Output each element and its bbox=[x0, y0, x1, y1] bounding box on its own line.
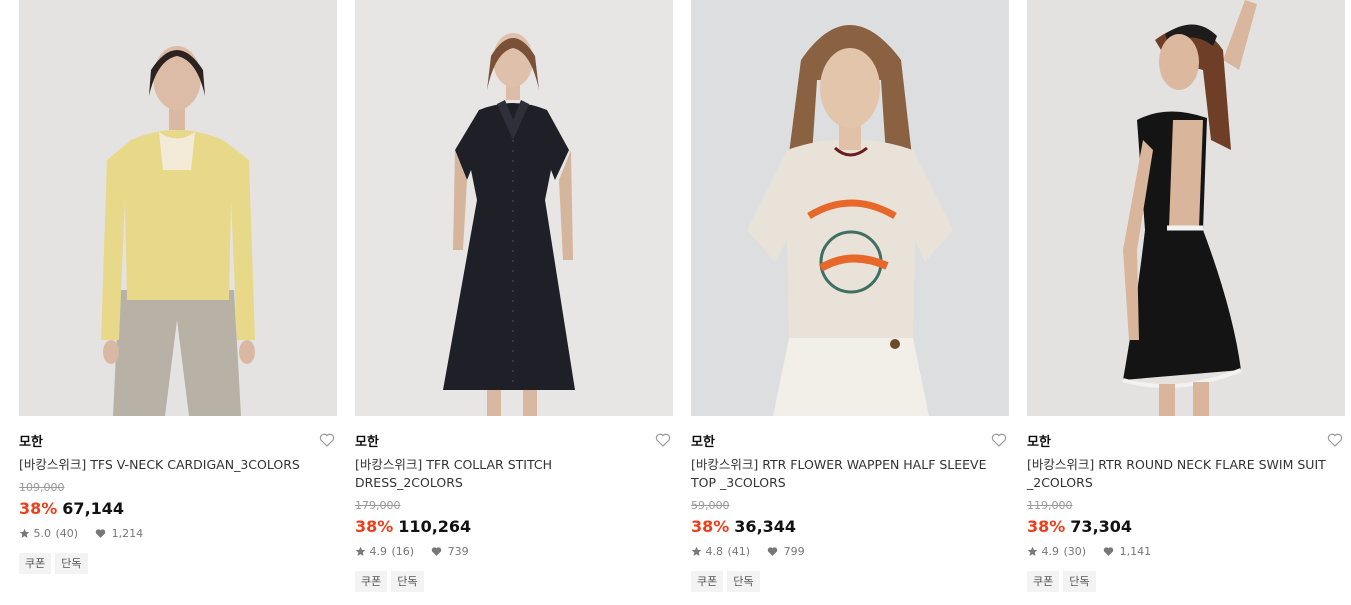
discount-rate: 38% bbox=[691, 517, 730, 536]
sale-price: 73,304 bbox=[1070, 517, 1133, 536]
product-card[interactable]: 모한 [바캉스위크] TFS V-NECK CARDIGAN_3COLORS 1… bbox=[19, 0, 337, 605]
brand-name[interactable]: 모한 bbox=[355, 431, 379, 450]
like-count: 799 bbox=[783, 545, 805, 558]
tag-list: 쿠폰 단독 bbox=[1027, 570, 1345, 592]
price-row: 38% 67,144 bbox=[19, 498, 337, 520]
review-count: (30) bbox=[1063, 545, 1087, 558]
like-count: 1,214 bbox=[111, 527, 144, 540]
product-stats: 4.9 (16) 739 bbox=[355, 544, 673, 560]
price-row: 38% 36,344 bbox=[691, 516, 1009, 538]
tag-coupon: 쿠폰 bbox=[1027, 571, 1060, 592]
like-count: 1,141 bbox=[1119, 545, 1152, 558]
discount-rate: 38% bbox=[1027, 517, 1066, 536]
wishlist-heart-icon[interactable] bbox=[1327, 432, 1343, 448]
original-price: 59,000 bbox=[691, 499, 730, 512]
sale-price: 110,264 bbox=[398, 517, 472, 536]
tag-list: 쿠폰 단독 bbox=[19, 552, 337, 574]
product-image[interactable] bbox=[1027, 0, 1345, 416]
product-stats: 4.8 (41) 799 bbox=[691, 544, 1009, 560]
wishlist-heart-icon[interactable] bbox=[655, 432, 671, 448]
product-name[interactable]: [바캉스위크] RTR FLOWER WAPPEN HALF SLEEVE TO… bbox=[691, 456, 991, 492]
price-block: 109,000 38% 67,144 5.0 (40) 1,214 쿠폰 단독 bbox=[19, 480, 337, 574]
star-icon bbox=[691, 546, 702, 562]
tag-list: 쿠폰 단독 bbox=[355, 570, 673, 592]
sale-price: 36,344 bbox=[734, 517, 797, 536]
product-name[interactable]: [바캉스위크] TFR COLLAR STITCH DRESS_2COLORS bbox=[355, 456, 655, 492]
sale-price: 67,144 bbox=[62, 499, 125, 518]
product-card[interactable]: 모한 [바캉스위크] RTR FLOWER WAPPEN HALF SLEEVE… bbox=[691, 0, 1009, 605]
original-price: 119,000 bbox=[1027, 499, 1073, 512]
brand-name[interactable]: 모한 bbox=[1027, 431, 1051, 450]
discount-rate: 38% bbox=[19, 499, 58, 518]
product-grid: 모한 [바캉스위크] TFS V-NECK CARDIGAN_3COLORS 1… bbox=[19, 0, 1345, 605]
product-stats: 4.9 (30) 1,141 bbox=[1027, 544, 1345, 560]
wishlist-heart-icon[interactable] bbox=[991, 432, 1007, 448]
rating-value: 4.8 bbox=[705, 545, 724, 558]
tag-exclusive: 단독 bbox=[55, 553, 88, 574]
review-count: (16) bbox=[391, 545, 415, 558]
tag-list: 쿠폰 단독 bbox=[691, 570, 1009, 592]
heart-filled-icon bbox=[95, 528, 106, 544]
heart-filled-icon bbox=[767, 546, 778, 562]
brand-name[interactable]: 모한 bbox=[19, 431, 43, 450]
star-icon bbox=[355, 546, 366, 562]
discount-rate: 38% bbox=[355, 517, 394, 536]
heart-filled-icon bbox=[431, 546, 442, 562]
tag-coupon: 쿠폰 bbox=[691, 571, 724, 592]
like-count: 739 bbox=[447, 545, 469, 558]
product-card[interactable]: 모한 [바캉스위크] RTR ROUND NECK FLARE SWIM SUI… bbox=[1027, 0, 1345, 605]
price-row: 38% 73,304 bbox=[1027, 516, 1345, 538]
product-image[interactable] bbox=[691, 0, 1009, 416]
review-count: (40) bbox=[55, 527, 79, 540]
product-name[interactable]: [바캉스위크] RTR ROUND NECK FLARE SWIM SUIT _… bbox=[1027, 456, 1327, 492]
product-image[interactable] bbox=[19, 0, 337, 416]
tag-coupon: 쿠폰 bbox=[19, 553, 52, 574]
rating-value: 5.0 bbox=[33, 527, 52, 540]
price-block: 59,000 38% 36,344 4.8 (41) 799 쿠폰 단독 bbox=[691, 498, 1009, 592]
original-price: 109,000 bbox=[19, 481, 65, 494]
price-block: 179,000 38% 110,264 4.9 (16) 739 쿠폰 단독 bbox=[355, 498, 673, 592]
star-icon bbox=[1027, 546, 1038, 562]
brand-name[interactable]: 모한 bbox=[691, 431, 715, 450]
rating-value: 4.9 bbox=[369, 545, 388, 558]
tag-coupon: 쿠폰 bbox=[355, 571, 388, 592]
star-icon bbox=[19, 528, 30, 544]
product-card[interactable]: 모한 [바캉스위크] TFR COLLAR STITCH DRESS_2COLO… bbox=[355, 0, 673, 605]
rating-value: 4.9 bbox=[1041, 545, 1060, 558]
product-image[interactable] bbox=[355, 0, 673, 416]
product-name[interactable]: [바캉스위크] TFS V-NECK CARDIGAN_3COLORS bbox=[19, 456, 319, 474]
tag-exclusive: 단독 bbox=[727, 571, 760, 592]
product-stats: 5.0 (40) 1,214 bbox=[19, 526, 337, 542]
price-row: 38% 110,264 bbox=[355, 516, 673, 538]
tag-exclusive: 단독 bbox=[1063, 571, 1096, 592]
wishlist-heart-icon[interactable] bbox=[319, 432, 335, 448]
original-price: 179,000 bbox=[355, 499, 401, 512]
price-block: 119,000 38% 73,304 4.9 (30) 1,141 쿠폰 단독 bbox=[1027, 498, 1345, 592]
review-count: (41) bbox=[727, 545, 751, 558]
tag-exclusive: 단독 bbox=[391, 571, 424, 592]
heart-filled-icon bbox=[1103, 546, 1114, 562]
